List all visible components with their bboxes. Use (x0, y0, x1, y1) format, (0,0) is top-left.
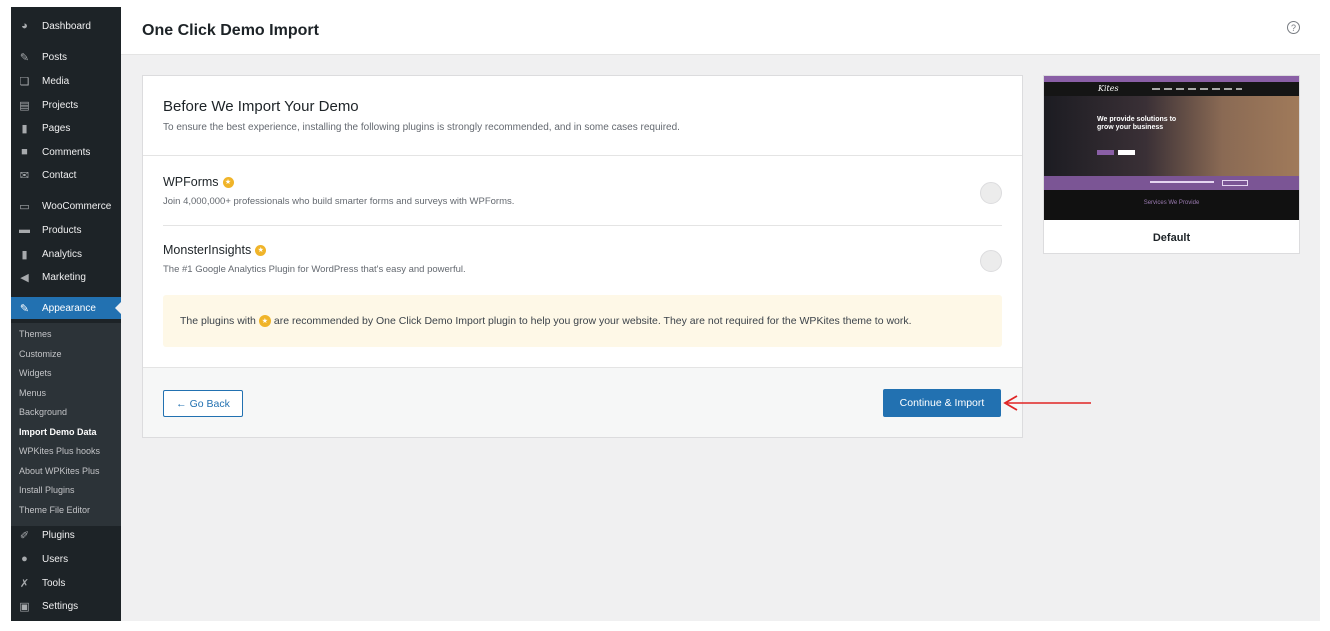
plugin-name: MonsterInsights ★ (163, 243, 267, 257)
sidebar-item-label: Analytics (42, 248, 83, 260)
plugin-desc: The #1 Google Analytics Plugin for WordP… (163, 264, 466, 275)
card-subtitle: To ensure the best experience, installin… (163, 122, 680, 133)
sidebar-item-label: Pages (42, 122, 71, 134)
analytics-icon: ▮ (21, 248, 28, 261)
submenu-item-theme-file-editor[interactable]: Theme File Editor (19, 505, 90, 515)
sidebar-item-label: Posts (42, 51, 68, 63)
sidebar-item-media[interactable]: ❏ Media (11, 70, 121, 92)
preview-logo: Kites (1098, 84, 1119, 93)
submenu-item-about-wpkites-plus[interactable]: About WPKites Plus (19, 466, 100, 476)
mail-icon: ✉ (19, 169, 30, 182)
annotation-arrow (1003, 395, 1091, 411)
woo-icon: ▭ (19, 200, 30, 213)
star-icon: ★ (222, 176, 234, 188)
sidebar-item-label: WooCommerce (42, 200, 112, 212)
demo-preview-image: Kites We provide solutions to grow your … (1044, 76, 1299, 220)
admin-sidebar: Themes Customize Widgets Menus Background Imp… (11, 7, 121, 621)
sidebar-item-comments[interactable]: ■ Comments (11, 141, 121, 163)
sidebar-item-marketing[interactable]: ◀ Marketing (11, 266, 121, 288)
media-icon: ❏ (19, 75, 30, 88)
products-icon: ▬ (19, 224, 30, 236)
star-icon: ★ (258, 315, 271, 327)
tools-icon: ✗ (19, 577, 30, 590)
submenu-item-themes[interactable]: Themes (19, 329, 52, 339)
demo-preview-card[interactable]: Kites We provide solutions to grow your … (1043, 75, 1300, 254)
sidebar-item-label: Settings (42, 600, 79, 612)
plugin-toggle-monsterinsights[interactable] (980, 250, 1002, 272)
sidebar-item-label: Tools (42, 577, 66, 589)
sidebar-item-label: Marketing (42, 271, 86, 283)
pages-icon: ▮ (21, 122, 28, 135)
plugin-row-monsterinsights: MonsterInsights ★ The #1 Google Analytics… (163, 226, 1002, 294)
card-header: Before We Import Your Demo To ensure the… (143, 76, 1022, 156)
plugin-row-wpforms: WPForms ★ Join 4,000,000+ professionals w… (163, 158, 1002, 226)
recommendation-notice: The plugins with ★ are recommended by On… (163, 295, 1002, 347)
submenu-item-import-demo-data[interactable]: Import Demo Data (19, 427, 97, 437)
sidebar-item-woocommerce[interactable]: ▭ WooCommerce (11, 195, 121, 217)
sidebar-item-label: Contact (42, 169, 77, 181)
preview-hero-text: We provide solutions to grow your busine… (1097, 116, 1177, 131)
submenu-item-background[interactable]: Background (19, 407, 67, 417)
pin-icon: ✎ (19, 51, 30, 64)
sidebar-item-pages[interactable]: ▮ Pages (11, 117, 121, 139)
brush-icon: ✎ (19, 302, 30, 315)
projects-icon: ▤ (19, 99, 30, 112)
sidebar-item-label: Comments (42, 146, 91, 158)
go-back-button[interactable]: ← Go Back (163, 390, 243, 417)
sidebar-item-label: Projects (42, 99, 79, 111)
sidebar-item-appearance[interactable]: ✎ Appearance (11, 297, 121, 319)
submenu-item-wpkites-plus-hooks[interactable]: WPKites Plus hooks (19, 446, 100, 456)
sidebar-item-contact[interactable]: ✉ Contact (11, 164, 121, 186)
submenu-item-customize[interactable]: Customize (19, 349, 62, 359)
card-title: Before We Import Your Demo (163, 98, 359, 115)
megaphone-icon: ◀ (20, 271, 29, 284)
demo-preview-label: Default (1152, 232, 1191, 244)
preview-services: Services We Provide (1143, 200, 1200, 206)
page-header: One Click Demo Import ? (121, 7, 1320, 55)
comments-icon: ■ (21, 146, 28, 158)
sidebar-item-plugins[interactable]: ✐ Plugins (11, 524, 121, 546)
sidebar-item-dashboard[interactable]: ◕ Dashboard (11, 15, 121, 37)
sidebar-item-tools[interactable]: ✗ Tools (11, 572, 121, 594)
plugin-toggle-wpforms[interactable] (980, 182, 1002, 204)
sidebar-item-projects[interactable]: ▤ Projects (11, 94, 121, 116)
submenu-item-menus[interactable]: Menus (19, 388, 46, 398)
plugins-icon: ✐ (19, 529, 30, 542)
sidebar-item-label: Plugins (42, 529, 75, 541)
continue-import-button[interactable]: Continue & Import (883, 389, 1001, 417)
plugin-name: WPForms ★ (163, 175, 234, 189)
sidebar-item-analytics[interactable]: ▮ Analytics (11, 243, 121, 265)
plugin-desc: Join 4,000,000+ professionals who build … (163, 196, 515, 207)
sidebar-item-label: Users (42, 553, 69, 565)
star-icon: ★ (255, 244, 267, 256)
submenu-item-widgets[interactable]: Widgets (19, 368, 52, 378)
sidebar-item-settings[interactable]: ▣ Settings (11, 595, 121, 617)
page-title: One Click Demo Import (142, 22, 319, 39)
dashboard-icon: ◕ (21, 20, 28, 32)
sidebar-item-label: Media (42, 75, 70, 87)
help-icon[interactable]: ? (1287, 21, 1300, 34)
card-footer: ← Go Back Continue & Import (143, 367, 1022, 437)
appearance-submenu: Themes Customize Widgets Menus Background Imp… (11, 323, 121, 526)
settings-icon: ▣ (19, 600, 30, 613)
sidebar-item-users[interactable]: ● Users (11, 548, 121, 570)
sidebar-item-products[interactable]: ▬ Products (11, 219, 121, 241)
sidebar-item-label: Products (42, 224, 82, 236)
submenu-item-install-plugins[interactable]: Install Plugins (19, 485, 75, 495)
sidebar-item-label: Appearance (42, 302, 96, 314)
sidebar-item-posts[interactable]: ✎ Posts (11, 46, 121, 68)
users-icon: ● (21, 553, 28, 565)
import-card: Before We Import Your Demo To ensure the… (142, 75, 1023, 438)
sidebar-item-label: Dashboard (42, 20, 91, 32)
